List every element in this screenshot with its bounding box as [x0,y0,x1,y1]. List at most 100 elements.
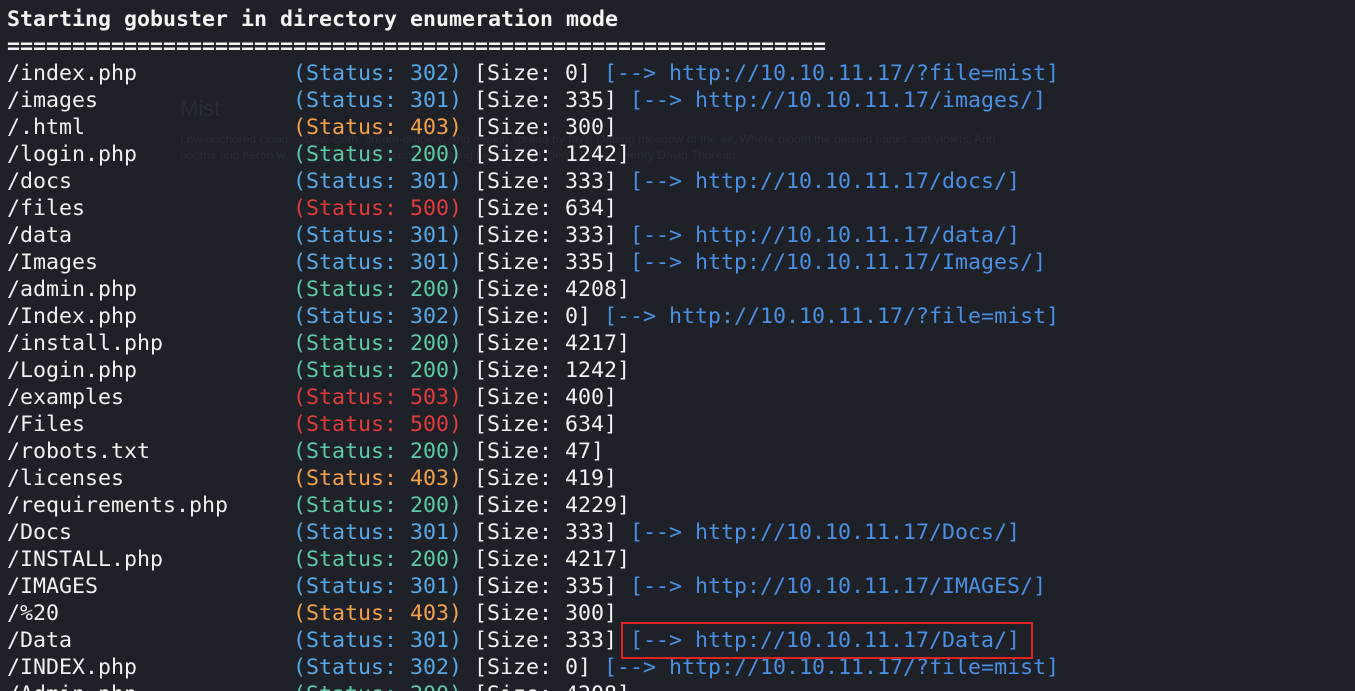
result-size: [Size: 400] [474,385,618,410]
result-path: /Admin.php [7,681,137,691]
status-label: (Status: 503) [293,385,463,410]
status-code: 301 [410,574,450,599]
status-code: 200 [410,277,450,302]
status-code: 200 [410,493,450,518]
result-path: /images [7,88,99,113]
result-path: /login.php [7,142,138,167]
status-label: (Status: 200) [293,547,463,572]
status-code: 403 [410,466,450,491]
result-size: [Size: 0] [--> http://10.10.11.17/?file=m… [474,304,1060,329]
size-value: 634 [565,196,605,221]
result-path: /Login.php [7,358,138,383]
status-label: (Status: 200) [293,439,463,464]
result-path: /files [7,196,86,221]
redirect-link[interactable]: [--> http://10.10.11.17/data/] [630,223,1020,248]
redirect-link[interactable]: [--> http://10.10.11.17/?file=mist] [604,304,1059,329]
status-code: 301 [410,169,450,194]
status-label: (Status: 200) [293,277,463,302]
result-path: /Images [7,250,99,275]
result-size: [Size: 4208] [474,277,631,302]
result-path: /IMAGES [7,574,99,599]
redirect-link[interactable]: [--> http://10.10.11.17/docs/] [630,169,1020,194]
result-size: [Size: 333] [--> http://10.10.11.17/docs/… [474,169,1021,194]
redirect-link[interactable]: [--> http://10.10.11.17/?file=mist] [604,61,1059,86]
result-size: [Size: 1242] [474,142,631,167]
status-code: 200 [410,358,450,383]
result-size: [Size: 0] [--> http://10.10.11.17/?file=m… [474,61,1060,86]
status-code: 302 [410,655,450,680]
status-label: (Status: 200) [293,358,463,383]
status-code: 200 [410,439,450,464]
size-value: 4217 [565,331,618,356]
result-path: /%20 [7,601,60,626]
status-code: 301 [410,628,450,653]
result-size: [Size: 4217] [474,331,631,356]
size-value: 419 [565,466,605,491]
result-path: /INDEX.php [7,655,138,680]
result-size: [Size: 634] [474,412,618,437]
result-size: [Size: 4217] [474,547,631,572]
size-value: 333 [565,520,605,545]
result-size: [Size: 335] [--> http://10.10.11.17/image… [474,88,1047,113]
status-label: (Status: 500) [293,412,463,437]
result-size: [Size: 333] [--> http://10.10.11.17/Docs/… [474,520,1021,545]
redirect-link[interactable]: [--> http://10.10.11.17/images/] [630,88,1046,113]
size-value: 4208 [565,682,617,691]
result-path: /docs [7,169,73,194]
size-value: 335 [565,88,605,113]
result-size: [Size: 419] [474,466,618,491]
size-value: 335 [565,574,605,599]
size-value: 47 [565,439,592,464]
status-label: (Status: 200) [293,493,463,518]
size-value: 0 [565,655,579,680]
status-label: (Status: 200) [293,681,462,691]
status-label: (Status: 301) [293,169,463,194]
status-label: (Status: 302) [293,655,463,680]
status-code: 301 [410,223,450,248]
result-size: [Size: 300] [474,601,618,626]
status-code: 200 [410,142,450,167]
redirect-link[interactable]: [--> http://10.10.11.17/Docs/] [630,520,1020,545]
result-path: /admin.php [7,277,138,302]
result-path: /Data [7,628,73,653]
redirect-link[interactable]: [--> http://10.10.11.17/Images/] [630,250,1046,275]
redirect-link[interactable]: [--> http://10.10.11.17/IMAGES/] [630,574,1046,599]
size-value: 4208 [565,277,618,302]
status-code: 301 [410,250,450,275]
result-size: [Size: 4229] [474,493,631,518]
status-label: (Status: 302) [293,61,463,86]
status-code: 302 [410,61,450,86]
result-path: /Files [7,412,86,437]
status-code: 500 [410,196,450,221]
status-label: (Status: 301) [293,250,463,275]
size-value: 4217 [565,547,618,572]
size-value: 333 [565,169,605,194]
status-code: 200 [410,547,450,572]
status-label: (Status: 403) [293,466,463,491]
size-value: 0 [565,61,579,86]
size-value: 300 [565,601,605,626]
separator-line: ========================================… [7,34,827,59]
result-path: /licenses [7,466,125,491]
size-value: 335 [565,250,605,275]
status-label: (Status: 301) [293,223,463,248]
status-label: (Status: 500) [293,196,463,221]
terminal-window[interactable]: Mist Low-anchored cloud ... Dew-cloth, d… [0,0,1355,691]
status-code: 200 [410,682,449,691]
size-value: 634 [565,412,605,437]
status-label: (Status: 301) [293,574,463,599]
size-value: 1242 [565,358,618,383]
status-label: (Status: 403) [293,115,463,140]
result-path: /install.php [7,331,164,356]
status-code: 403 [410,115,450,140]
size-value: 400 [565,385,605,410]
size-value: 300 [565,115,605,140]
ghost-page-title: Mist [180,96,221,121]
result-path: /requirements.php [7,493,229,518]
result-path: /.html [7,115,86,140]
status-code: 503 [410,385,450,410]
status-label: (Status: 200) [293,331,463,356]
status-label: (Status: 301) [293,628,463,653]
status-label: (Status: 403) [293,601,463,626]
result-size: [Size: 300] [474,115,618,140]
